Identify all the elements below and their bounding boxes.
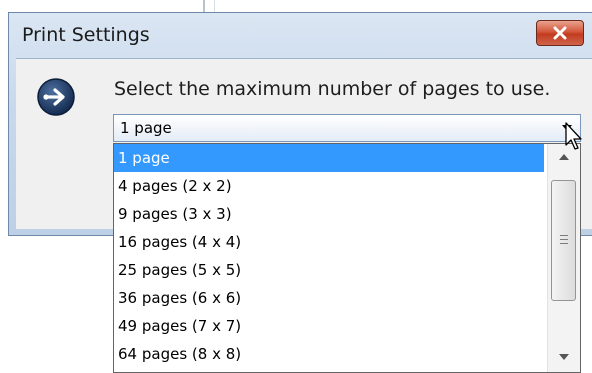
close-button[interactable] [536, 20, 584, 46]
list-item[interactable]: 64 pages (8 x 8) [114, 340, 544, 368]
background-window [0, 0, 592, 12]
list-item[interactable]: 16 pages (4 x 4) [114, 228, 544, 256]
list-item[interactable]: 49 pages (7 x 7) [114, 312, 544, 340]
scroll-thumb[interactable] [551, 180, 576, 301]
close-icon [553, 26, 567, 40]
list-item[interactable]: 1 page [114, 144, 544, 172]
arrow-right-circle-icon [37, 78, 75, 116]
grip-line [560, 243, 568, 244]
list-item[interactable]: 25 pages (5 x 5) [114, 256, 544, 284]
list-item[interactable]: 4 pages (2 x 2) [114, 172, 544, 200]
background-divider [203, 0, 205, 12]
list-item[interactable]: 9 pages (3 x 3) [114, 200, 544, 228]
dialog-title: Print Settings [22, 24, 150, 46]
page-count-combobox[interactable]: 1 page [113, 114, 581, 142]
grip-line [560, 239, 568, 240]
background-divider-light [214, 0, 215, 12]
grip-line [560, 235, 568, 236]
scroll-down-icon[interactable] [559, 354, 569, 360]
prompt-label: Select the maximum number of pages to us… [114, 78, 551, 100]
scroll-up-icon[interactable] [559, 154, 569, 160]
mouse-pointer-icon [565, 122, 582, 150]
dropdown-scrollbar[interactable] [547, 144, 580, 372]
page-count-dropdown: 1 page 4 pages (2 x 2) 9 pages (3 x 3) 1… [113, 143, 581, 373]
list-item[interactable]: 36 pages (6 x 6) [114, 284, 544, 312]
combobox-value: 1 page [120, 119, 172, 137]
